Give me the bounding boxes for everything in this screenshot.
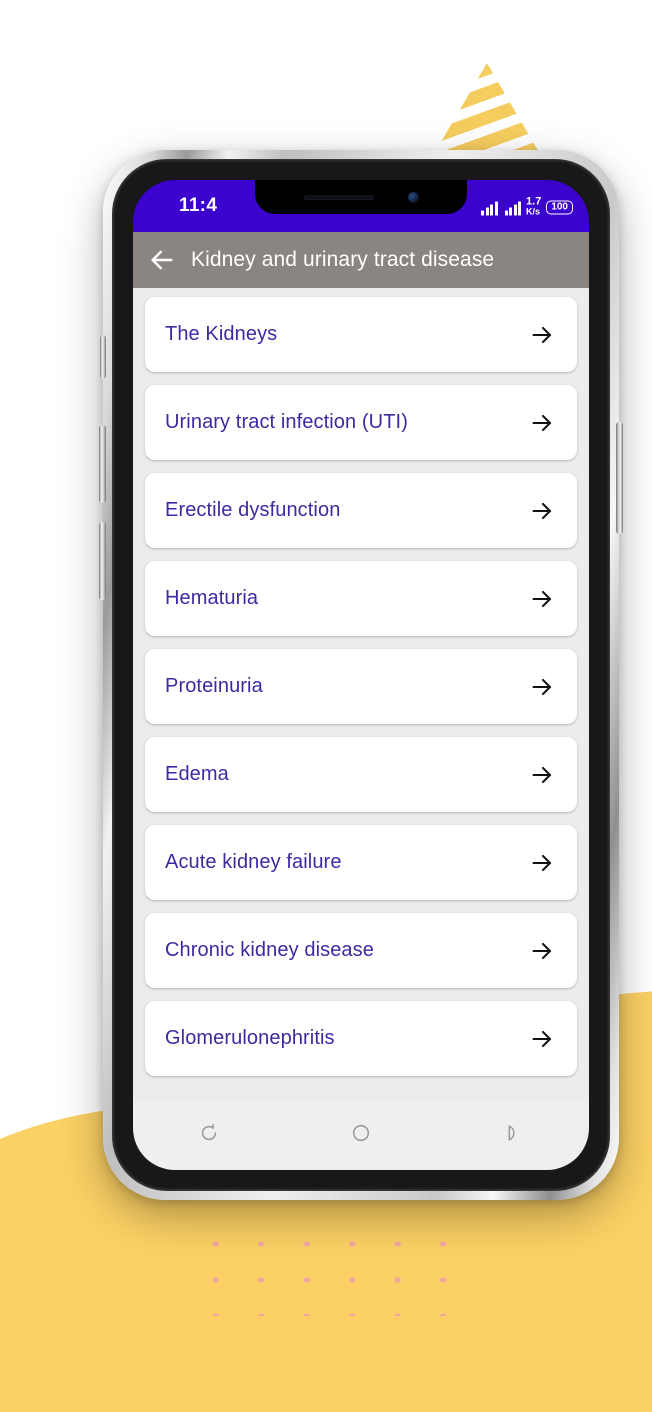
list-item-label: Erectile dysfunction <box>165 499 341 521</box>
signal-bars-secondary-icon <box>504 201 522 216</box>
disease-list: The Kidneys Urinary tract infection (UTI… <box>133 288 589 1102</box>
page-title: Kidney and urinary tract disease <box>191 248 495 271</box>
mute-switch[interactable] <box>100 335 106 379</box>
arrow-right-icon[interactable] <box>529 410 555 436</box>
network-speed-unit: K/s <box>526 206 541 217</box>
list-item[interactable]: Chronic kidney disease <box>145 913 577 988</box>
list-item-label: Proteinuria <box>165 675 263 697</box>
signal-bars-icon <box>481 201 498 216</box>
battery-indicator: 100 <box>546 200 573 215</box>
list-item[interactable]: The Kidneys <box>145 297 577 372</box>
list-item[interactable]: Acute kidney failure <box>145 825 577 900</box>
earpiece-speaker-icon <box>303 194 374 200</box>
list-item[interactable]: Edema <box>145 737 577 812</box>
list-item-label: Glomerulonephritis <box>165 1027 335 1049</box>
status-bar: 11:4 1.7 K/s 100 <box>133 180 589 232</box>
list-item[interactable]: Hematuria <box>145 561 577 636</box>
arrow-right-icon[interactable] <box>529 586 555 612</box>
app-bar: Kidney and urinary tract disease <box>133 232 589 288</box>
arrow-right-icon[interactable] <box>529 498 555 524</box>
recents-icon[interactable] <box>185 1113 233 1153</box>
arrow-right-icon[interactable] <box>529 1026 555 1052</box>
network-speed-indicator: 1.7 K/s <box>526 196 541 217</box>
display-notch <box>255 180 467 214</box>
arrow-right-icon[interactable] <box>529 850 555 876</box>
home-circle-icon[interactable] <box>337 1113 385 1153</box>
volume-up-button[interactable] <box>99 425 106 503</box>
status-bar-clock: 11:4 <box>179 195 218 216</box>
status-bar-indicators: 1.7 K/s 100 <box>481 196 573 217</box>
volume-down-button[interactable] <box>99 522 106 600</box>
list-item[interactable]: Erectile dysfunction <box>145 473 577 548</box>
list-item-label: The Kidneys <box>165 323 278 345</box>
arrow-right-icon[interactable] <box>529 938 555 964</box>
phone-mockup: 11:4 1.7 K/s 100 Kidney and urinary trac… <box>99 150 623 1200</box>
power-button[interactable] <box>616 422 623 534</box>
android-nav-bar <box>133 1102 589 1170</box>
list-item-label: Edema <box>165 763 229 785</box>
front-camera-icon <box>407 191 419 203</box>
arrow-right-icon[interactable] <box>529 762 555 788</box>
list-item-label: Urinary tract infection (UTI) <box>165 411 408 433</box>
phone-bezel: 11:4 1.7 K/s 100 Kidney and urinary trac… <box>112 159 610 1191</box>
list-item-label: Acute kidney failure <box>165 851 342 873</box>
arrow-right-icon[interactable] <box>529 322 555 348</box>
back-arc-icon[interactable] <box>489 1113 537 1153</box>
list-item[interactable]: Proteinuria <box>145 649 577 724</box>
phone-screen: 11:4 1.7 K/s 100 Kidney and urinary trac… <box>133 180 589 1170</box>
list-item-label: Chronic kidney disease <box>165 939 374 961</box>
list-item[interactable]: Urinary tract infection (UTI) <box>145 385 577 460</box>
pink-dot-grid-decoration <box>193 1226 465 1316</box>
arrow-right-icon[interactable] <box>529 674 555 700</box>
list-item[interactable]: Glomerulonephritis <box>145 1001 577 1076</box>
arrow-left-icon[interactable] <box>147 245 177 275</box>
list-item-label: Hematuria <box>165 587 259 609</box>
